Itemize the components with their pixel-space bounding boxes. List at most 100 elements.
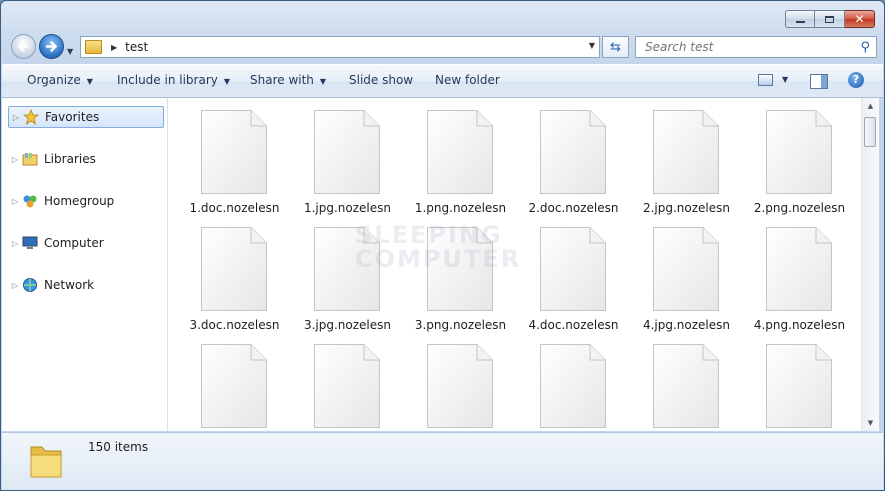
search-icon[interactable]: ⚲ <box>860 40 870 55</box>
command-bar: Organize ▼ Include in library ▼ Share with… <box>2 64 883 98</box>
nav-item-computer[interactable]: ▷ Computer <box>8 232 164 254</box>
blank-file-icon <box>427 110 493 194</box>
expand-arrow-icon[interactable]: ▷ <box>8 239 22 248</box>
file-item[interactable]: 1.png.nozelesn <box>394 98 507 215</box>
blank-file-icon <box>314 227 380 311</box>
nav-label: Homegroup <box>44 194 115 208</box>
blank-file-icon <box>766 227 832 311</box>
search-box[interactable]: ⚲ <box>635 36 877 58</box>
nav-label: Libraries <box>44 152 96 166</box>
address-dropdown-icon[interactable]: ▼ <box>589 41 595 50</box>
file-item[interactable]: 1.doc.nozelesn <box>168 98 281 215</box>
blank-file-icon <box>201 227 267 311</box>
nav-label: Network <box>44 278 95 292</box>
blank-file-icon <box>314 344 380 428</box>
blank-file-icon <box>314 110 380 194</box>
minimize-button[interactable] <box>785 10 815 28</box>
nav-item-favorites[interactable]: ▷ Favorites <box>8 106 164 128</box>
blank-file-icon <box>653 227 719 311</box>
blank-file-icon <box>201 110 267 194</box>
blank-file-icon <box>653 344 719 428</box>
close-icon: ✕ <box>854 12 865 26</box>
new-folder-button[interactable]: New folder <box>435 73 500 87</box>
explorer-window: ✕ ▼ ▶ test ▼ ⇆ ⚲ Organize ▼ Include in li… <box>0 0 885 491</box>
folder-icon <box>30 446 62 478</box>
file-item[interactable] <box>168 332 281 431</box>
file-list: 1.doc.nozelesn 1.jpg.nozelesn 1.png.nozele… <box>168 98 861 431</box>
nav-item-network[interactable]: ▷ Network <box>8 274 164 296</box>
file-item[interactable]: 4.jpg.nozelesn <box>620 215 733 332</box>
refresh-button[interactable]: ⇆ <box>602 36 629 58</box>
organize-label: Organize <box>27 73 81 87</box>
expand-arrow-icon[interactable]: ▷ <box>8 281 22 290</box>
expand-arrow-icon[interactable]: ▷ <box>8 155 22 164</box>
blank-file-icon <box>427 344 493 428</box>
chevron-down-icon: ▼ <box>67 47 74 56</box>
search-input[interactable] <box>643 39 847 55</box>
forward-button[interactable] <box>39 34 64 59</box>
nav-item-libraries[interactable]: ▷ Libraries <box>8 148 164 170</box>
maximize-button[interactable] <box>815 10 845 28</box>
change-view-icon[interactable] <box>758 74 773 86</box>
file-name: 4.png.nozelesn <box>753 318 846 332</box>
slide-show-label: Slide show <box>349 73 414 87</box>
details-pane: 150 items <box>2 432 883 490</box>
vertical-scrollbar[interactable]: ▲ ▼ <box>861 98 879 431</box>
file-item[interactable]: 2.jpg.nozelesn <box>620 98 733 215</box>
file-item[interactable] <box>507 332 620 431</box>
share-with-button[interactable]: Share with ▼ <box>250 73 326 87</box>
chevron-down-icon[interactable]: ▼ <box>782 75 788 84</box>
breadcrumb-test[interactable]: test <box>125 40 148 54</box>
blank-file-icon <box>540 110 606 194</box>
nav-label: Computer <box>44 236 104 250</box>
file-item[interactable]: 4.doc.nozelesn <box>507 215 620 332</box>
chevron-down-icon: ▼ <box>86 77 93 86</box>
close-button[interactable]: ✕ <box>845 10 875 28</box>
chevron-down-icon: ▼ <box>319 77 327 86</box>
help-icon[interactable]: ? <box>848 72 864 88</box>
preview-pane-icon[interactable] <box>810 74 828 89</box>
file-item[interactable] <box>733 332 846 431</box>
back-arrow-icon <box>17 41 29 52</box>
file-item[interactable]: 3.jpg.nozelesn <box>281 215 394 332</box>
organize-button[interactable]: Organize ▼ <box>27 73 93 87</box>
breadcrumb-arrow-icon[interactable]: ▶ <box>111 43 117 52</box>
chevron-down-icon: ▼ <box>223 77 231 86</box>
nav-item-homegroup[interactable]: ▷ Homegroup <box>8 190 164 212</box>
network-icon <box>22 277 38 293</box>
nav-label: Favorites <box>45 110 100 124</box>
homegroup-icon <box>22 193 38 209</box>
item-count: 150 items <box>88 440 149 454</box>
slide-show-button[interactable]: Slide show <box>349 73 413 87</box>
maximize-icon <box>825 15 834 23</box>
file-item[interactable]: 2.doc.nozelesn <box>507 98 620 215</box>
file-item[interactable]: 3.doc.nozelesn <box>168 215 281 332</box>
scroll-up-arrow-icon[interactable]: ▲ <box>862 98 879 114</box>
expand-arrow-icon[interactable]: ▷ <box>9 113 23 122</box>
refresh-icon: ⇆ <box>610 39 621 55</box>
file-item[interactable]: 1.jpg.nozelesn <box>281 98 394 215</box>
scroll-thumb[interactable] <box>864 117 876 147</box>
expand-arrow-icon[interactable]: ▷ <box>8 197 22 206</box>
file-item[interactable] <box>620 332 733 431</box>
file-item[interactable] <box>394 332 507 431</box>
scroll-down-arrow-icon[interactable]: ▼ <box>862 415 879 431</box>
caption-buttons: ✕ <box>785 10 875 28</box>
libraries-icon <box>22 151 38 167</box>
back-button[interactable] <box>11 34 36 59</box>
forward-arrow-icon <box>45 41 58 52</box>
blank-file-icon <box>201 344 267 428</box>
navigation-pane: ▷ Favorites ▷ Libraries ▷ Homegroup ▷ Co… <box>2 98 168 431</box>
file-item[interactable]: 2.png.nozelesn <box>733 98 846 215</box>
file-item[interactable]: 3.png.nozelesn <box>394 215 507 332</box>
address-bar[interactable]: ▶ test ▼ <box>80 36 600 58</box>
blank-file-icon <box>653 110 719 194</box>
file-item[interactable]: 4.png.nozelesn <box>733 215 846 332</box>
recent-pages-button[interactable]: ▼ <box>67 43 73 57</box>
file-name: 2.png.nozelesn <box>753 201 846 215</box>
blank-file-icon <box>766 344 832 428</box>
blank-file-icon <box>427 227 493 311</box>
computer-icon <box>22 235 38 251</box>
file-item[interactable] <box>281 332 394 431</box>
include-in-library-button[interactable]: Include in library ▼ <box>117 73 230 87</box>
